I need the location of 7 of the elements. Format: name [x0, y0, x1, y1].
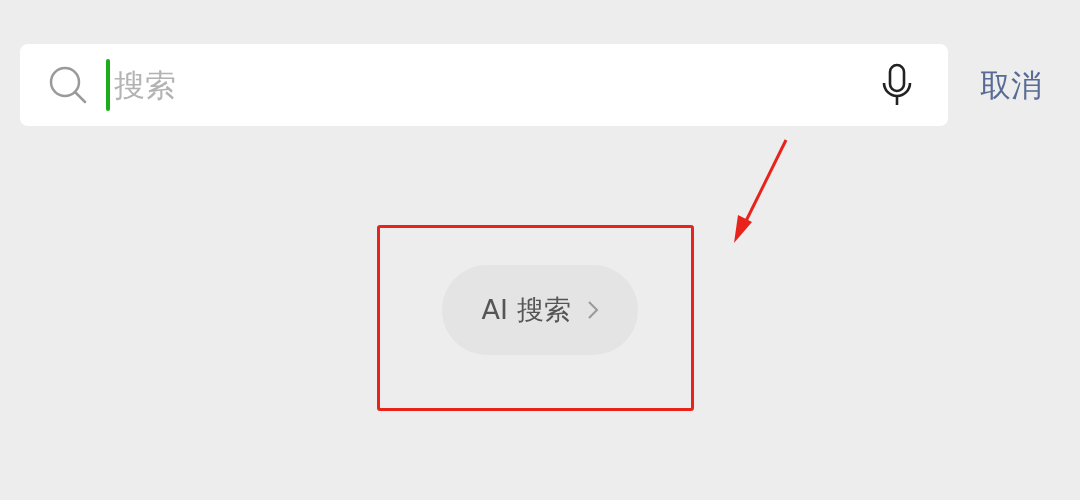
- search-field[interactable]: 搜索: [110, 62, 810, 108]
- chevron-right-icon: [586, 300, 599, 320]
- cancel-button[interactable]: 取消: [980, 61, 1042, 109]
- ai-search-button[interactable]: AI 搜索: [442, 265, 638, 355]
- search-bar[interactable]: 搜索: [20, 44, 948, 126]
- search-icon: [48, 65, 88, 105]
- microphone-icon[interactable]: [880, 63, 914, 107]
